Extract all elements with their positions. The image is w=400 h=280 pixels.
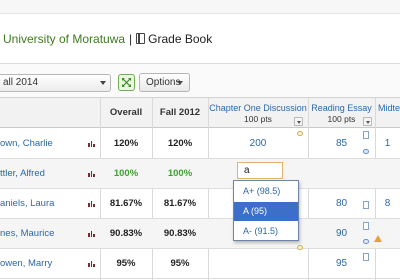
- column-title: Midterm: [378, 103, 400, 113]
- options-button-label: Options: [146, 77, 181, 88]
- student-name-link[interactable]: owen, Marry: [0, 249, 86, 279]
- column-title: Reading Essay: [311, 103, 372, 113]
- column-header-midterm[interactable]: Midterm: [375, 98, 400, 128]
- term-grade: 90.83%: [163, 228, 197, 239]
- comment-bubble-icon[interactable]: [297, 245, 303, 250]
- breadcrumb-current-page: Grade Book: [148, 32, 213, 46]
- column-title: Chapter One Discussion: [209, 103, 307, 113]
- overall-grade: 81.67%: [109, 198, 143, 209]
- grade-suggestion-option[interactable]: A- (91.5): [234, 222, 298, 241]
- column-menu-arrow-icon[interactable]: [363, 117, 372, 126]
- expand-arrows-icon: [122, 78, 131, 87]
- document-icon[interactable]: [363, 201, 369, 209]
- breadcrumb-separator: |: [129, 32, 133, 46]
- column-header-term[interactable]: Fall 2012: [152, 98, 208, 128]
- document-icon[interactable]: [363, 131, 369, 139]
- column-header-chapter-one-discussion[interactable]: Chapter One Discussion 100 pts: [208, 98, 308, 128]
- student-name-link[interactable]: nes, Maurice: [0, 219, 86, 249]
- term-select-value: all 2014: [3, 77, 39, 88]
- comment-bubble-icon[interactable]: [363, 239, 369, 244]
- overall-grade: 95%: [116, 258, 136, 269]
- breadcrumb-institution-link[interactable]: University of Moratuwa: [3, 32, 125, 46]
- student-row: aniels, Laura 81.67% 81.67% 80 8: [0, 189, 400, 219]
- student-name-link[interactable]: ttler, Alfred: [0, 159, 86, 189]
- column-header-overall[interactable]: Overall: [100, 98, 152, 128]
- top-strip: [0, 0, 400, 14]
- gradebook-book-icon: [136, 33, 146, 44]
- student-stats-icon[interactable]: [88, 141, 95, 147]
- comment-bubble-icon[interactable]: [297, 131, 303, 136]
- grade-suggestion-option[interactable]: A+ (98.5): [234, 182, 298, 201]
- student-stats-icon[interactable]: [88, 171, 95, 177]
- fullscreen-button[interactable]: [118, 74, 135, 91]
- student-name-link[interactable]: aniels, Laura: [0, 189, 86, 219]
- student-stats-icon[interactable]: [88, 261, 95, 267]
- chevron-down-icon: [177, 81, 183, 85]
- term-grade: 100%: [167, 168, 193, 179]
- overall-grade: 100%: [113, 168, 139, 179]
- grade-cell[interactable]: 1: [375, 129, 400, 159]
- column-points: 100 pts: [244, 114, 272, 124]
- term-grade: 95%: [170, 258, 190, 269]
- warning-icon: [374, 235, 382, 242]
- grade-suggestion-option-selected[interactable]: A (95): [234, 202, 298, 221]
- document-icon[interactable]: [363, 222, 369, 230]
- term-grade: 81.67%: [163, 198, 197, 209]
- grade-edit-input[interactable]: a: [237, 162, 283, 179]
- term-grade: 120%: [167, 138, 193, 149]
- student-stats-icon[interactable]: [88, 201, 95, 207]
- student-row: own, Charlie 120% 120% 200 85 1: [0, 129, 400, 159]
- student-stats-icon[interactable]: [88, 231, 95, 237]
- comment-bubble-icon[interactable]: [363, 149, 369, 154]
- term-select[interactable]: all 2014: [0, 74, 111, 92]
- overall-grade: 90.83%: [109, 228, 143, 239]
- grade-cell[interactable]: 200: [208, 129, 308, 159]
- student-row: nes, Maurice 90.83% 90.83% 90: [0, 219, 400, 249]
- overall-grade: 120%: [113, 138, 139, 149]
- breadcrumb: University of Moratuwa | Grade Book: [3, 31, 212, 47]
- column-menu-arrow-icon[interactable]: [294, 117, 303, 126]
- chevron-down-icon: [100, 81, 106, 85]
- student-row: owen, Marry 95% 95% 95: [0, 245, 400, 279]
- document-icon[interactable]: [363, 253, 369, 261]
- student-row: ttler, Alfred 100% 100%: [0, 159, 400, 189]
- grade-suggestion-dropdown: A+ (98.5) A (95) A- (91.5): [233, 180, 299, 241]
- grade-cell[interactable]: 8: [375, 189, 400, 219]
- options-button[interactable]: Options: [139, 73, 190, 92]
- student-name-link[interactable]: own, Charlie: [0, 129, 86, 159]
